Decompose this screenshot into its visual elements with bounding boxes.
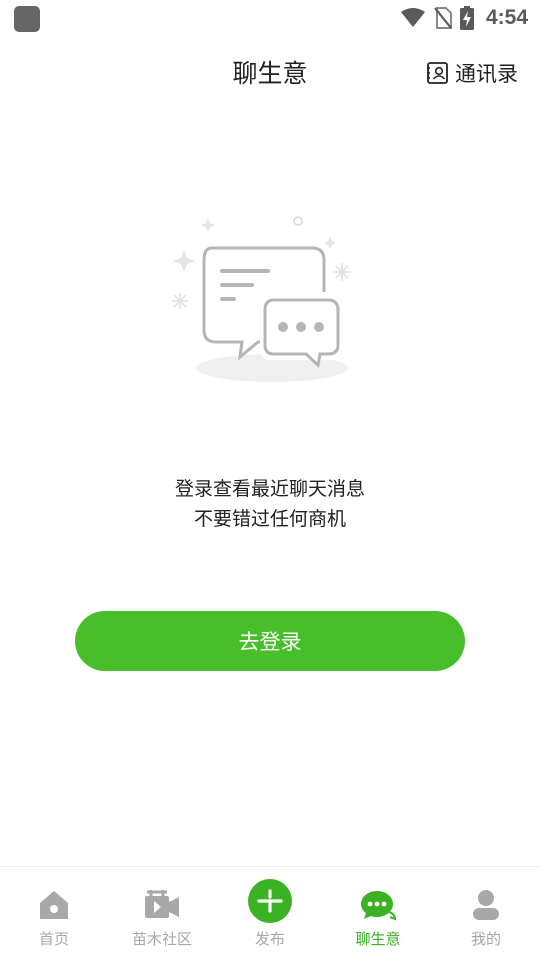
- video-community-icon: [142, 885, 182, 925]
- nav-label-home: 首页: [38, 930, 69, 948]
- nav-label-community: 苗木社区: [131, 930, 192, 948]
- header: 聊生意 通讯录: [0, 36, 540, 108]
- empty-state-message: 登录查看最近聊天消息 不要错过任何商机: [0, 474, 540, 534]
- empty-chat-illustration: [172, 216, 351, 382]
- contacts-label: 通讯录: [455, 62, 518, 86]
- nav-item-profile[interactable]: 我的: [432, 867, 540, 960]
- empty-state-line-2: 不要错过任何商机: [193, 508, 346, 530]
- publish-plus-icon: [248, 879, 292, 923]
- nav-label-chat: 聊生意: [355, 930, 401, 948]
- status-bar: 4:54: [0, 0, 540, 36]
- no-sim-icon: [434, 7, 452, 29]
- nav-item-chat[interactable]: 聊生意: [324, 867, 432, 960]
- status-indicators: 4:54: [400, 4, 528, 32]
- nav-item-home[interactable]: 首页: [0, 867, 108, 960]
- nav-item-community[interactable]: 苗木社区: [108, 867, 216, 960]
- empty-state-line-1: 登录查看最近聊天消息: [174, 478, 365, 500]
- home-icon: [34, 885, 74, 925]
- nav-label-profile: 我的: [470, 930, 501, 948]
- contacts-button[interactable]: 通讯录: [427, 58, 518, 88]
- battery-charging-icon: [459, 6, 474, 30]
- status-time: 4:54: [485, 6, 528, 29]
- chat-icon: [358, 885, 398, 925]
- nav-item-publish[interactable]: 发布: [216, 867, 324, 960]
- nav-label-publish: 发布: [254, 930, 285, 948]
- wifi-icon: [400, 8, 425, 27]
- app-notification-icon: [14, 6, 40, 32]
- login-button[interactable]: 去登录: [75, 611, 465, 671]
- profile-icon: [466, 885, 506, 925]
- contacts-book-icon: [427, 62, 448, 84]
- bottom-nav: 首页 苗木社区 发布 聊生意 我的: [0, 866, 540, 960]
